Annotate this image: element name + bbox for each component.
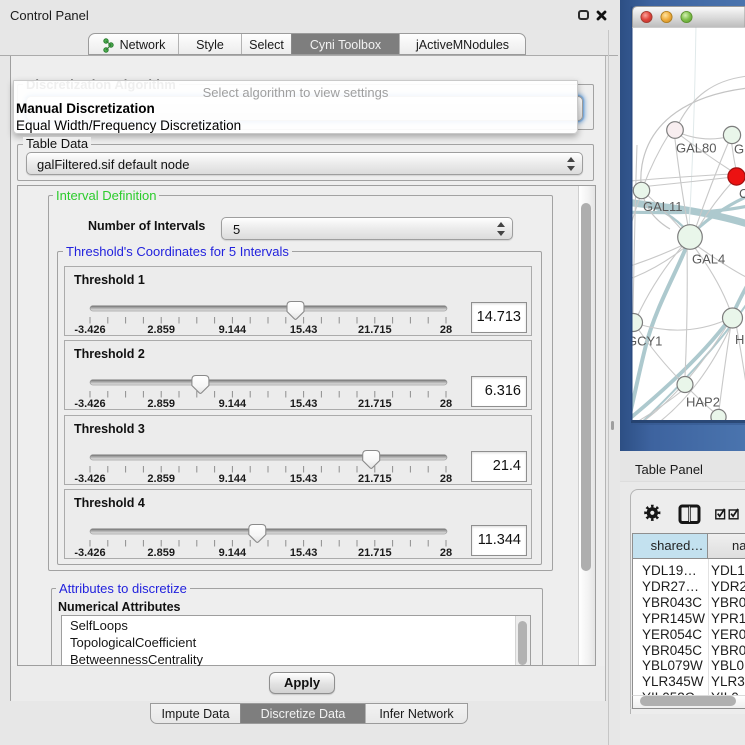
svg-text:H: H	[735, 332, 744, 347]
svg-text:GAL11: GAL11	[643, 199, 683, 214]
svg-text:GAL80: GAL80	[676, 141, 716, 156]
svg-text:HAP2: HAP2	[686, 395, 720, 410]
svg-text:GAL4: GAL4	[692, 252, 725, 267]
svg-text:C: C	[739, 186, 745, 201]
svg-text:G.: G.	[734, 142, 745, 157]
